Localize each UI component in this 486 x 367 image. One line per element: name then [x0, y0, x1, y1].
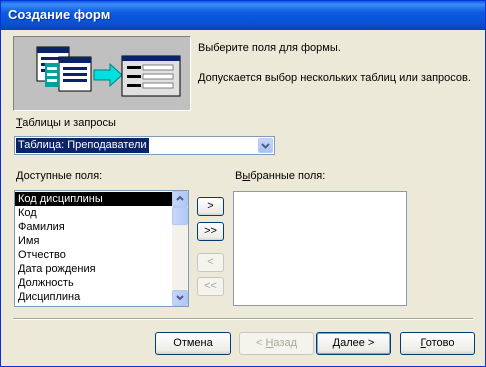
list-item[interactable]: Отчество	[15, 248, 172, 262]
list-item[interactable]: Дата рождения	[15, 262, 172, 276]
available-list-scrollbar[interactable]	[172, 191, 188, 306]
selected-label-text: бранные поля:	[250, 170, 326, 182]
window-title: Создание форм	[8, 7, 111, 22]
chevron-down-icon	[261, 143, 270, 149]
remove-field-button[interactable]: <	[197, 253, 224, 272]
hint-text: Допускается выбор нескольких таблиц или …	[198, 72, 471, 84]
list-item[interactable]: Дисциплина	[15, 290, 172, 304]
combobox-dropdown-button[interactable]	[258, 138, 273, 153]
available-fields-label: Доступные поля:	[16, 170, 102, 182]
available-fields-list[interactable]: Код дисциплины Код Фамилия Имя Отчество …	[14, 190, 189, 307]
chevron-up-icon	[176, 195, 184, 201]
fields-transfer-illustration-icon	[36, 46, 181, 97]
wizard-illustration	[13, 36, 191, 111]
source-combobox-value: Таблица: Преподаватели	[16, 138, 149, 153]
finish-button-text: отово	[425, 337, 455, 349]
list-item[interactable]: Должность	[15, 276, 172, 290]
back-button[interactable]: < Назад	[239, 332, 314, 355]
list-item[interactable]: Имя	[15, 234, 172, 248]
source-combobox[interactable]: Таблица: Преподаватели	[14, 136, 275, 155]
add-all-fields-button[interactable]: >>	[197, 222, 224, 241]
remove-all-fields-button[interactable]: <<	[197, 277, 224, 296]
chevron-down-icon	[176, 295, 184, 301]
selected-fields-label: Выбранные поля:	[235, 170, 325, 182]
wizard-window: Создание форм Выберите поля для формы. Д…	[0, 0, 486, 367]
next-button[interactable]: Далее >	[316, 332, 391, 355]
source-label: Таблицы и запросы	[16, 117, 116, 129]
available-label-text: оступные поля:	[23, 170, 103, 182]
list-item[interactable]: Код	[15, 206, 172, 220]
title-bar[interactable]: Создание форм	[1, 1, 485, 30]
scroll-down-button[interactable]	[172, 290, 188, 306]
cancel-button[interactable]: Отмена	[155, 332, 231, 355]
list-item[interactable]: Фамилия	[15, 220, 172, 234]
next-button-mnemonic: Д	[332, 337, 341, 349]
footer-divider	[13, 318, 473, 320]
back-button-text: азад	[273, 337, 297, 349]
instruction-text: Выберите поля для формы.	[198, 42, 341, 54]
available-label-mnemonic: Д	[16, 170, 24, 182]
add-field-button[interactable]: >	[197, 197, 224, 216]
source-label-text: аблицы и запросы	[22, 117, 116, 129]
selected-fields-list[interactable]	[233, 191, 407, 306]
scrollbar-thumb[interactable]	[172, 207, 188, 225]
next-button-text: алее >	[340, 337, 375, 349]
finish-button[interactable]: Готово	[400, 332, 475, 355]
scroll-up-button[interactable]	[172, 191, 188, 207]
list-item[interactable]: Код дисциплины	[15, 192, 172, 206]
